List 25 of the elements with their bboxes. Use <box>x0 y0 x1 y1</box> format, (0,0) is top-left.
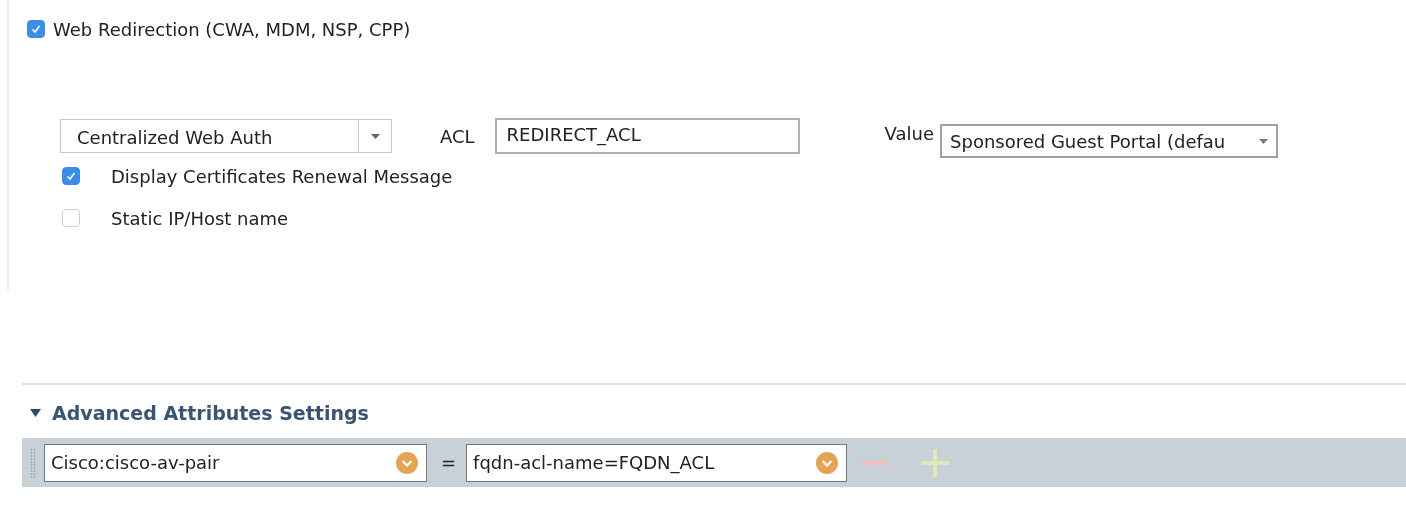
dropdown[interactable]: Sponsored Guest Portal (defau <box>940 124 1279 158</box>
value-dropdown[interactable]: fqdn-acl-name=FQDN_ACL <box>466 443 848 482</box>
plus-icon[interactable] <box>921 448 950 477</box>
checkmark-icon <box>30 23 42 35</box>
field-label: Value <box>884 123 935 144</box>
checkbox[interactable] <box>27 20 45 38</box>
grip-icon[interactable] <box>30 447 36 478</box>
minus-icon[interactable] <box>861 460 890 465</box>
checkmark-icon <box>65 170 77 182</box>
operator: = <box>441 452 457 473</box>
caret-icon <box>1259 138 1269 144</box>
checkbox-label: Display Certificates Renewal Message <box>111 165 453 187</box>
dropdown[interactable]: Centralized Web Auth <box>60 119 392 153</box>
field-label: ACL <box>440 125 475 147</box>
caret-icon <box>370 133 380 139</box>
checkbox[interactable] <box>62 209 80 227</box>
dropdown-circle-icon <box>396 451 418 474</box>
checkbox[interactable] <box>62 167 80 185</box>
checkbox-label: Static IP/Host name <box>111 207 289 229</box>
attribute-dropdown[interactable]: Cisco:cisco-av-pair <box>44 443 427 482</box>
dropdown-circle-icon <box>816 451 839 474</box>
section-header[interactable]: Advanced Attributes Settings <box>22 385 1406 428</box>
input-field[interactable]: REDIRECT_ACL <box>494 118 800 154</box>
triangle-icon <box>30 409 41 417</box>
checkbox-label: Web Redirection (CWA, MDM, NSP, CPP) <box>53 18 411 40</box>
